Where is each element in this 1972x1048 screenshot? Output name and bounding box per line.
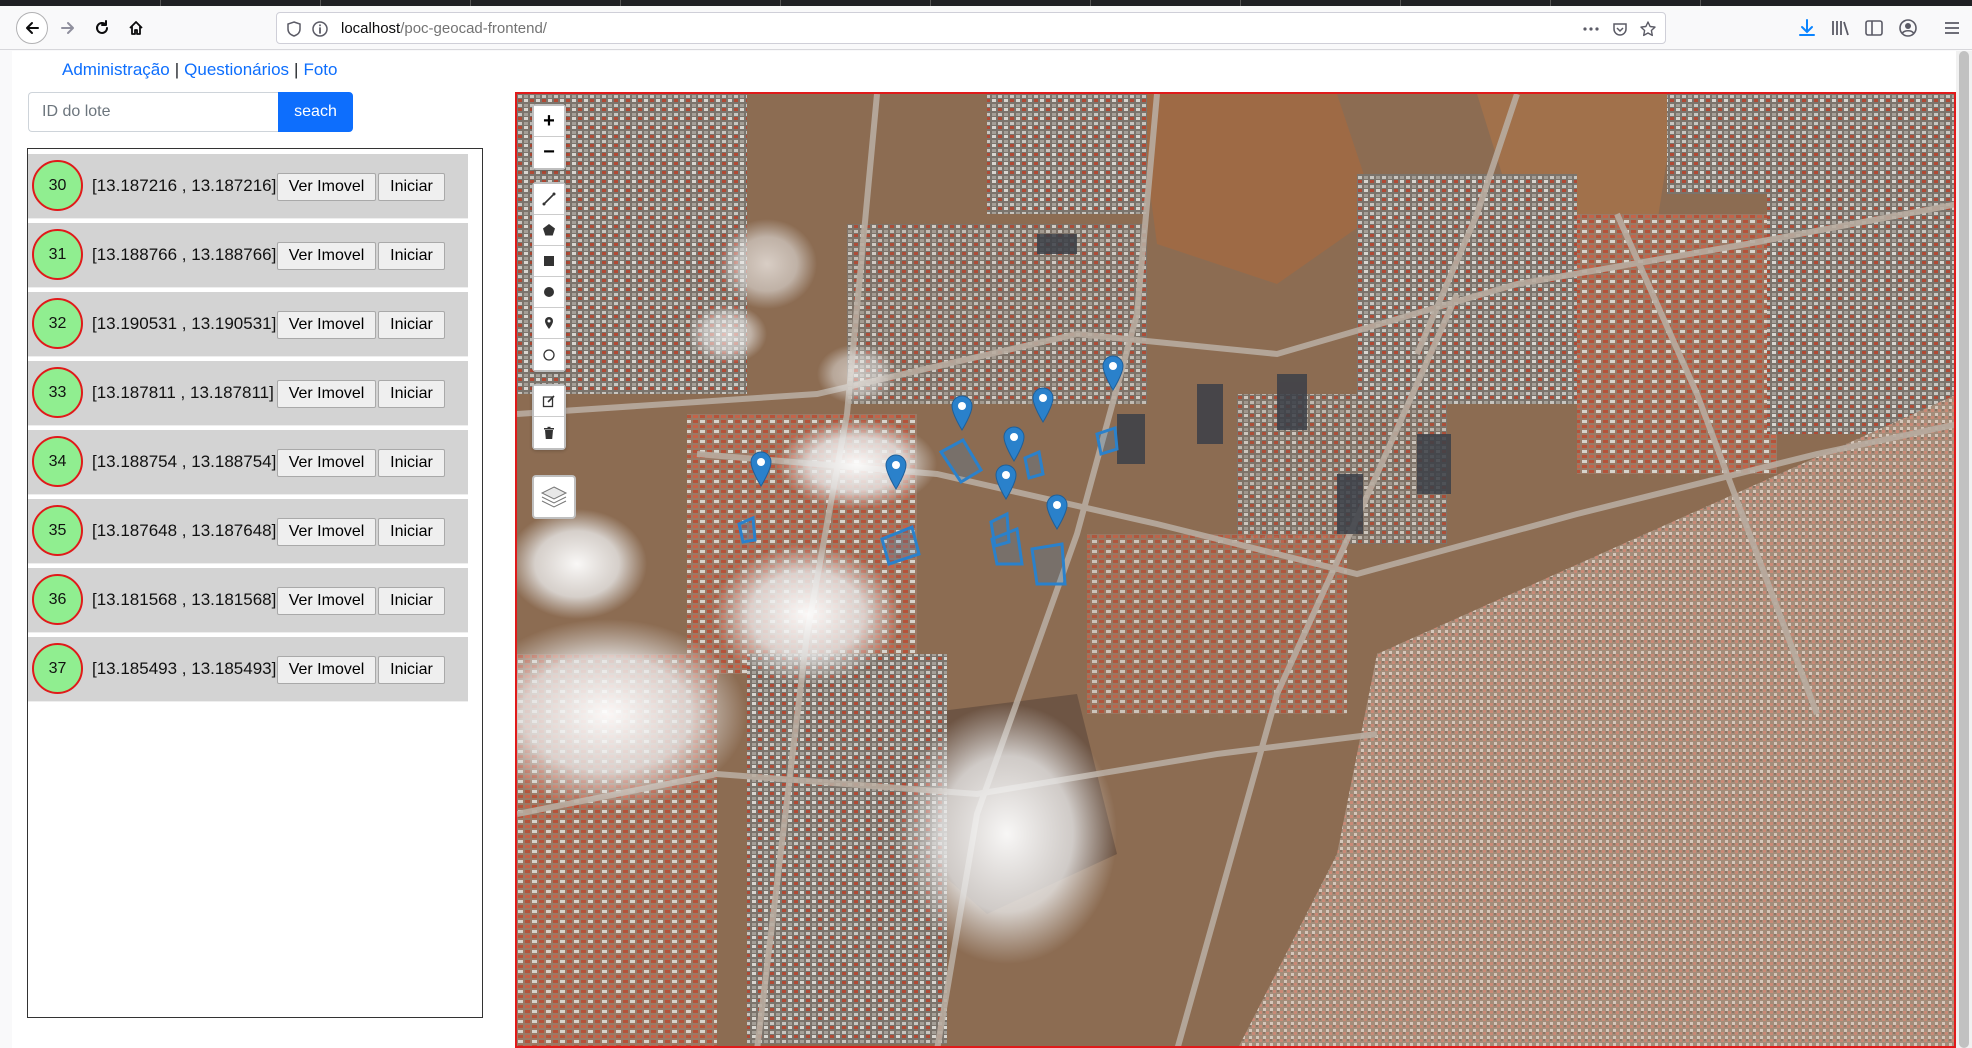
circle-icon[interactable] bbox=[534, 277, 564, 308]
sidebar-icon[interactable] bbox=[1864, 18, 1884, 38]
lot-coordinates: [13.185493 , 13.185493] bbox=[92, 659, 277, 678]
bookmark-star-icon[interactable] bbox=[1639, 20, 1657, 38]
lot-row: 31 [13.188766 , 13.188766] Ver Imovel Inici… bbox=[28, 223, 468, 288]
url-host: localhost bbox=[341, 20, 401, 37]
map-marker-icon[interactable] bbox=[1102, 355, 1124, 391]
map-marker-icon[interactable] bbox=[1003, 426, 1025, 462]
draw-toolbar bbox=[532, 182, 566, 372]
map-marker-icon[interactable] bbox=[750, 451, 772, 487]
info-icon[interactable] bbox=[311, 20, 329, 38]
map-marker-icon[interactable] bbox=[1032, 387, 1054, 423]
edit-toolbar bbox=[532, 384, 566, 450]
lot-id-badge: 36 bbox=[32, 574, 83, 625]
account-icon[interactable] bbox=[1898, 18, 1918, 38]
lot-coordinates: [13.190531 , 13.190531] bbox=[92, 314, 277, 333]
lot-row: 34 [13.188754 , 13.188754] Ver Imovel Inici… bbox=[28, 430, 468, 495]
top-nav: Administração | Questionários | Foto bbox=[62, 60, 337, 80]
lot-coordinates: [13.181568 , 13.181568] bbox=[92, 590, 277, 609]
lot-coordinates: [13.188766 , 13.188766] bbox=[92, 245, 277, 264]
lot-coordinates: [13.187216 , 13.187216] bbox=[92, 176, 277, 195]
lot-id-badge: 35 bbox=[32, 505, 83, 556]
circlemarker-icon[interactable] bbox=[534, 339, 564, 370]
lot-row: 30 [13.187216 , 13.187216] Ver Imovel Inici… bbox=[28, 154, 468, 219]
lot-row: 33 [13.187811 , 13.187811] Ver Imovel Inici… bbox=[28, 361, 468, 426]
ver-imovel-button[interactable]: Ver Imovel bbox=[277, 518, 376, 546]
lot-id-badge: 34 bbox=[32, 436, 83, 487]
scrollbar-thumb[interactable] bbox=[1959, 51, 1969, 1048]
lot-id-badge: 32 bbox=[32, 298, 83, 349]
lot-row: 37 [13.185493 , 13.185493] Ver Imovel Inici… bbox=[28, 637, 468, 702]
satellite-map-imagery bbox=[517, 94, 1954, 1046]
reload-icon[interactable] bbox=[86, 12, 118, 44]
iniciar-button[interactable]: Iniciar bbox=[378, 656, 445, 684]
nav-separator: | bbox=[174, 60, 180, 79]
lot-row: 36 [13.181568 , 13.181568] Ver Imovel Inici… bbox=[28, 568, 468, 633]
nav-link-administracao[interactable]: Administração bbox=[62, 60, 170, 79]
shield-icon[interactable] bbox=[285, 20, 303, 38]
trash-icon[interactable] bbox=[534, 417, 564, 448]
ver-imovel-button[interactable]: Ver Imovel bbox=[277, 242, 376, 270]
polyline-icon[interactable] bbox=[534, 184, 564, 215]
lot-row: 32 [13.190531 , 13.190531] Ver Imovel Inici… bbox=[28, 292, 468, 357]
map-marker-icon[interactable] bbox=[995, 464, 1017, 500]
url-bar[interactable]: localhost/poc-geocad-frontend/ bbox=[276, 12, 1666, 44]
nav-link-foto[interactable]: Foto bbox=[303, 60, 337, 79]
ver-imovel-button[interactable]: Ver Imovel bbox=[277, 656, 376, 684]
map-marker-icon[interactable] bbox=[1046, 494, 1068, 530]
search-button[interactable]: seach bbox=[278, 92, 353, 132]
page-content: Administração|Questionários|Foto seach 3… bbox=[12, 51, 1956, 1048]
forward-icon[interactable] bbox=[52, 12, 84, 44]
lot-coordinates: [13.187811 , 13.187811] bbox=[92, 383, 274, 402]
url-path: /poc-geocad-frontend/ bbox=[400, 20, 547, 37]
lot-row: 35 [13.187648 , 13.187648] Ver Imovel Inici… bbox=[28, 499, 468, 564]
zoom-in-button[interactable]: + bbox=[534, 106, 564, 137]
lot-coordinates: [13.187648 , 13.187648] bbox=[92, 521, 277, 540]
lot-coordinates: [13.188754 , 13.188754] bbox=[92, 452, 277, 471]
iniciar-button[interactable]: Iniciar bbox=[378, 173, 445, 201]
rectangle-icon[interactable] bbox=[534, 246, 564, 277]
map-marker-icon[interactable] bbox=[951, 395, 973, 431]
iniciar-button[interactable]: Iniciar bbox=[378, 518, 445, 546]
page-scrollbar[interactable] bbox=[1956, 51, 1972, 1048]
url-text[interactable]: localhost/poc-geocad-frontend/ bbox=[341, 20, 547, 37]
ver-imovel-button[interactable]: Ver Imovel bbox=[277, 173, 376, 201]
library-icon[interactable] bbox=[1830, 18, 1850, 38]
ver-imovel-button[interactable]: Ver Imovel bbox=[277, 380, 376, 408]
back-icon[interactable] bbox=[16, 12, 48, 44]
nav-link-questionarios[interactable]: Questionários bbox=[184, 60, 289, 79]
iniciar-button[interactable]: Iniciar bbox=[378, 587, 445, 615]
lot-id-badge: 37 bbox=[32, 643, 83, 694]
iniciar-button[interactable]: Iniciar bbox=[378, 242, 445, 270]
ver-imovel-button[interactable]: Ver Imovel bbox=[277, 587, 376, 615]
edit-icon[interactable] bbox=[534, 386, 564, 417]
lot-id-badge: 30 bbox=[32, 160, 83, 211]
lot-list: 30 [13.187216 , 13.187216] Ver Imovel Inici… bbox=[27, 148, 483, 1018]
lot-id-badge: 31 bbox=[32, 229, 83, 280]
more-icon[interactable] bbox=[1582, 20, 1600, 38]
lot-id-badge: 33 bbox=[32, 367, 83, 418]
iniciar-button[interactable]: Iniciar bbox=[378, 449, 445, 477]
iniciar-button[interactable]: Iniciar bbox=[378, 311, 445, 339]
home-icon[interactable] bbox=[120, 12, 152, 44]
layers-icon[interactable] bbox=[532, 475, 576, 519]
menu-icon[interactable] bbox=[1942, 18, 1962, 38]
iniciar-button[interactable]: Iniciar bbox=[378, 380, 445, 408]
polygon-icon[interactable] bbox=[534, 215, 564, 246]
download-icon[interactable] bbox=[1797, 18, 1817, 38]
browser-toolbar: localhost/poc-geocad-frontend/ bbox=[0, 6, 1972, 50]
pocket-icon[interactable] bbox=[1611, 20, 1629, 38]
ver-imovel-button[interactable]: Ver Imovel bbox=[277, 311, 376, 339]
marker-icon[interactable] bbox=[534, 308, 564, 339]
zoom-control: + − bbox=[532, 104, 566, 170]
nav-separator: | bbox=[294, 60, 299, 79]
map-view[interactable]: + − bbox=[515, 92, 1956, 1048]
map-marker-icon[interactable] bbox=[885, 454, 907, 490]
ver-imovel-button[interactable]: Ver Imovel bbox=[277, 449, 376, 477]
lot-id-search-input[interactable] bbox=[28, 92, 278, 132]
zoom-out-button[interactable]: − bbox=[534, 137, 564, 168]
